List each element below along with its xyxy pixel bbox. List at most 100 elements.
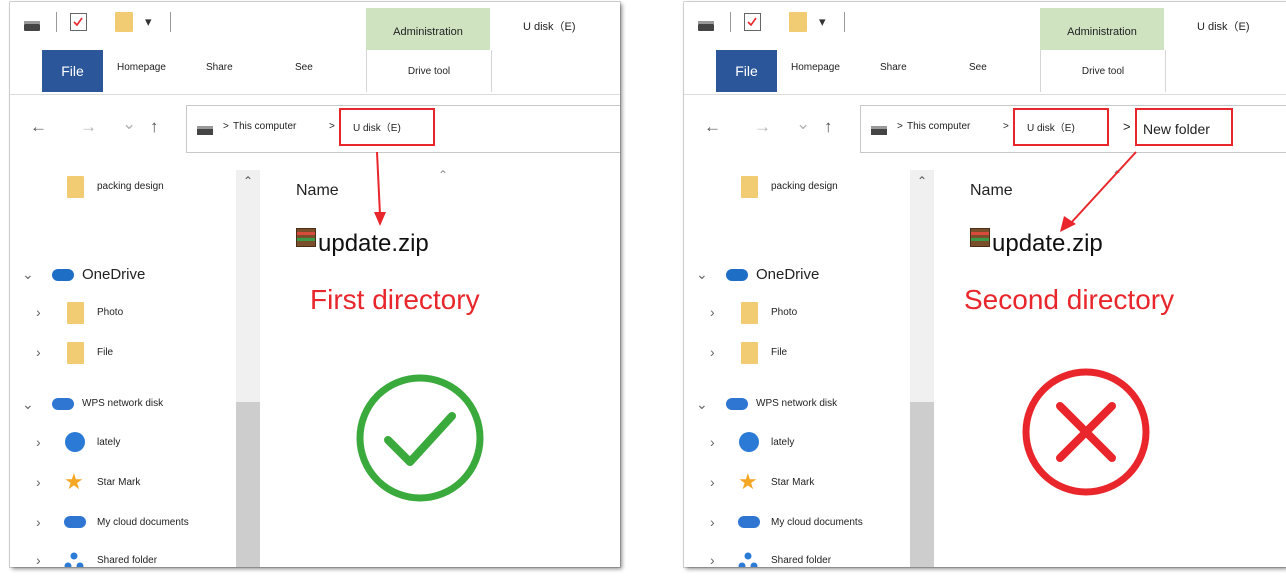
back-button[interactable]: ← bbox=[704, 117, 721, 137]
sort-caret-icon: ⌃ bbox=[438, 168, 449, 182]
folder-icon[interactable] bbox=[789, 12, 807, 32]
tree-item-label: Star Mark bbox=[771, 477, 815, 488]
chevron-down-icon[interactable]: ⌄ bbox=[22, 396, 34, 413]
explorer-window-first: ▾ Administration U disk（E) File Homepage… bbox=[10, 2, 620, 567]
forward-button[interactable]: → bbox=[754, 117, 771, 137]
tab-homepage[interactable]: Homepage bbox=[117, 62, 166, 73]
address-bar[interactable]: > This computer > U disk（E) bbox=[186, 105, 620, 153]
chevron-right-icon[interactable]: › bbox=[710, 474, 715, 490]
folder-icon bbox=[67, 342, 84, 364]
chevron-right-icon[interactable]: › bbox=[36, 304, 41, 320]
tree-item-label: Photo bbox=[97, 307, 124, 318]
zip-archive-icon[interactable] bbox=[970, 228, 990, 247]
sort-caret-icon: ⌃ bbox=[1112, 168, 1123, 182]
breadcrumb-u-disk-highlighted[interactable]: U disk（E) bbox=[1013, 108, 1109, 146]
recent-locations-button[interactable]: ⌄ bbox=[122, 114, 136, 134]
column-header-name[interactable]: Name bbox=[296, 182, 339, 200]
dropdown-icon[interactable]: ▾ bbox=[819, 14, 826, 30]
scroll-thumb[interactable] bbox=[910, 402, 934, 567]
file-name-update-zip[interactable]: update.zip bbox=[992, 230, 1103, 258]
tree-item-label: OneDrive bbox=[756, 266, 820, 283]
folder-icon bbox=[741, 342, 758, 364]
toolbar-divider bbox=[844, 12, 845, 32]
share-icon bbox=[738, 552, 758, 567]
tab-drive-tool[interactable]: Drive tool bbox=[366, 50, 492, 92]
dropdown-icon[interactable]: ▾ bbox=[145, 14, 152, 30]
chevron-right-icon[interactable]: › bbox=[36, 474, 41, 490]
onedrive-icon bbox=[52, 269, 74, 281]
chevron-right-icon[interactable]: › bbox=[36, 552, 41, 567]
scroll-up-icon[interactable]: ⌃ bbox=[236, 174, 260, 188]
directory-caption: Second directory bbox=[964, 284, 1175, 315]
breadcrumb-separator: > bbox=[223, 121, 229, 132]
checklist-icon[interactable] bbox=[744, 13, 761, 31]
up-button[interactable]: ↑ bbox=[824, 117, 833, 137]
breadcrumb-u-disk-highlighted[interactable]: U disk（E) bbox=[339, 108, 435, 146]
tree-item-label: lately bbox=[771, 437, 795, 448]
share-icon bbox=[64, 552, 84, 567]
chevron-down-icon[interactable]: ⌄ bbox=[22, 266, 34, 283]
scroll-up-icon[interactable]: ⌃ bbox=[910, 174, 934, 188]
directory-caption: First directory bbox=[310, 284, 480, 315]
context-tab-administration[interactable]: Administration bbox=[1040, 8, 1164, 50]
toolbar-divider bbox=[56, 12, 57, 32]
nav-pane-scrollbar[interactable]: ⌃ bbox=[910, 170, 934, 567]
tab-drive-tool[interactable]: Drive tool bbox=[1040, 50, 1166, 92]
chevron-right-icon[interactable]: › bbox=[710, 304, 715, 320]
chevron-right-icon[interactable]: › bbox=[710, 514, 715, 530]
chevron-down-icon[interactable]: ⌄ bbox=[696, 266, 708, 283]
tab-see[interactable]: See bbox=[969, 62, 987, 73]
navigation-pane: packing design ⌄ OneDrive › Photo › File… bbox=[684, 166, 908, 567]
chevron-right-icon[interactable]: › bbox=[36, 344, 41, 360]
toolbar-divider bbox=[730, 12, 731, 32]
drive-icon bbox=[197, 126, 213, 135]
tree-item-label: Shared folder bbox=[771, 555, 832, 566]
ribbon-divider bbox=[684, 94, 1286, 95]
column-header-name[interactable]: Name bbox=[970, 182, 1013, 200]
cloud-docs-icon bbox=[64, 516, 86, 528]
window-title: U disk（E) bbox=[523, 21, 576, 33]
star-icon: ★ bbox=[64, 469, 84, 494]
file-tab[interactable]: File bbox=[42, 50, 103, 92]
breadcrumb-new-folder-highlighted[interactable]: New folder bbox=[1135, 108, 1233, 146]
file-list: ⌃ Name update.zip Second directory bbox=[934, 166, 1286, 567]
chevron-right-icon[interactable]: › bbox=[36, 514, 41, 530]
drive-icon[interactable] bbox=[24, 21, 40, 31]
breadcrumb-separator: > bbox=[1123, 119, 1131, 134]
file-tab[interactable]: File bbox=[716, 50, 777, 92]
nav-pane-scrollbar[interactable]: ⌃ bbox=[236, 170, 260, 567]
recent-locations-button[interactable]: ⌄ bbox=[796, 114, 810, 134]
wps-cloud-icon bbox=[726, 398, 748, 410]
cloud-docs-icon bbox=[738, 516, 760, 528]
forward-button[interactable]: → bbox=[80, 117, 97, 137]
checklist-icon[interactable] bbox=[70, 13, 87, 31]
folder-icon bbox=[741, 176, 758, 198]
chevron-right-icon[interactable]: › bbox=[36, 434, 41, 450]
tree-item-label: WPS network disk bbox=[82, 398, 164, 409]
folder-icon[interactable] bbox=[115, 12, 133, 32]
scroll-thumb[interactable] bbox=[236, 402, 260, 567]
up-button[interactable]: ↑ bbox=[150, 117, 159, 137]
zip-archive-icon[interactable] bbox=[296, 228, 316, 247]
back-button[interactable]: ← bbox=[30, 117, 47, 137]
tab-see[interactable]: See bbox=[295, 62, 313, 73]
breadcrumb-this-computer[interactable]: This computer bbox=[233, 121, 296, 132]
chevron-down-icon[interactable]: ⌄ bbox=[696, 396, 708, 413]
chevron-right-icon[interactable]: › bbox=[710, 552, 715, 567]
tree-item-label: OneDrive bbox=[82, 266, 146, 283]
chevron-right-icon[interactable]: › bbox=[710, 344, 715, 360]
tab-homepage[interactable]: Homepage bbox=[791, 62, 840, 73]
folder-icon bbox=[67, 176, 84, 198]
breadcrumb-this-computer[interactable]: This computer bbox=[907, 121, 970, 132]
toolbar-divider bbox=[170, 12, 171, 32]
tab-share[interactable]: Share bbox=[880, 62, 907, 73]
clock-icon bbox=[65, 432, 85, 452]
drive-icon[interactable] bbox=[698, 21, 714, 31]
file-name-update-zip[interactable]: update.zip bbox=[318, 230, 429, 258]
context-tab-administration[interactable]: Administration bbox=[366, 8, 490, 50]
address-bar[interactable]: > This computer > U disk（E) > New folder bbox=[860, 105, 1286, 153]
chevron-right-icon[interactable]: › bbox=[710, 434, 715, 450]
tree-item-label: WPS network disk bbox=[756, 398, 838, 409]
folder-icon bbox=[67, 302, 84, 324]
tab-share[interactable]: Share bbox=[206, 62, 233, 73]
